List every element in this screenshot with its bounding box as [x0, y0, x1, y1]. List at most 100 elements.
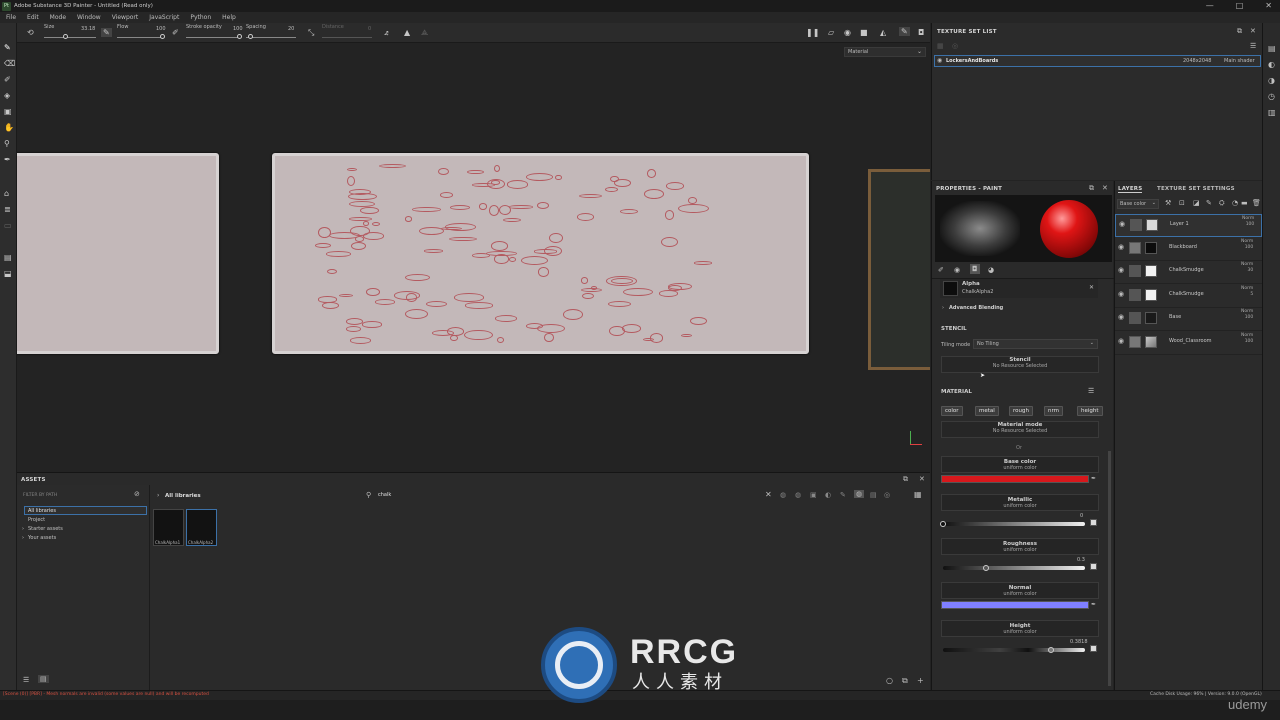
brush-icon[interactable]: ✐ [938, 266, 944, 274]
share-icon[interactable]: ⬓ [4, 269, 12, 278]
menu-python[interactable]: Python [190, 14, 211, 21]
clear-search-icon[interactable]: ✕ [765, 490, 772, 499]
height-slider[interactable] [943, 648, 1085, 652]
texture-set-shader[interactable]: Main shader [1224, 58, 1255, 64]
layer-row[interactable]: ◉ Layer 1 Norm 100 [1115, 214, 1262, 237]
size-value[interactable]: 33.18 [81, 26, 95, 32]
chevron-right-icon[interactable]: › [157, 492, 159, 499]
import-icon[interactable]: ⧉ [902, 676, 908, 686]
layer-stack-icon[interactable]: ≣ [4, 205, 11, 214]
menu-help[interactable]: Help [222, 14, 236, 21]
roughness-map-button[interactable] [1090, 563, 1097, 570]
channel-nrm-button[interactable]: nrm [1044, 406, 1064, 416]
stencil-slot[interactable]: Stencil No Resource Selected [941, 356, 1099, 373]
add-folder-icon[interactable]: ▬ [1241, 199, 1248, 207]
height-slider-knob[interactable] [1047, 647, 1054, 653]
visibility-eye-icon[interactable]: ◉ [1118, 243, 1124, 251]
add-group-icon[interactable]: ◔ [1232, 199, 1238, 207]
panel-close-icon[interactable]: ✕ [919, 475, 925, 483]
roughness-slider-knob[interactable] [982, 565, 989, 571]
size-slider[interactable] [44, 37, 96, 38]
add-fill-layer-icon[interactable]: ◪ [1193, 199, 1200, 207]
filter-masks-icon[interactable]: ▣ [810, 491, 817, 499]
layer-row[interactable]: ◉ Blackboard Norm 100 [1115, 238, 1262, 261]
filter-alphas-icon[interactable]: ◍ [854, 490, 865, 498]
tree-view-icon[interactable]: ▤ [38, 675, 49, 683]
layer-blend-mode[interactable]: Norm 5 [1241, 286, 1253, 298]
flow-slider[interactable] [117, 37, 163, 38]
height-slot[interactable]: Height uniform color [941, 620, 1099, 637]
panel-float-icon[interactable]: ⧉ [1089, 184, 1094, 193]
height-value[interactable]: 0.3818 [1070, 639, 1088, 645]
visibility-eye-icon[interactable]: ◉ [1118, 313, 1124, 321]
visibility-eye-icon[interactable]: ◉ [937, 57, 942, 64]
hide-filter-icon[interactable]: ⊘ [134, 490, 140, 498]
filter-textures-icon[interactable]: ▤ [870, 491, 877, 499]
clone-icon[interactable]: ⚲ [4, 139, 10, 148]
minimize-button[interactable]: — [1206, 0, 1214, 11]
camera-2d-icon[interactable]: ▱ [828, 28, 834, 37]
history-icon[interactable]: ◷ [1268, 92, 1275, 101]
paint-brush-icon[interactable]: ✎ [4, 43, 11, 52]
advanced-blending-toggle[interactable]: Advanced Blending [949, 305, 1003, 311]
layer-blend-mode[interactable]: Norm 100 [1241, 333, 1253, 345]
menu-javascript[interactable]: JavaScript [149, 14, 179, 21]
shader-icon[interactable]: ◐ [1268, 60, 1275, 69]
properties-scrollbar[interactable] [1108, 451, 1111, 686]
material-menu-icon[interactable]: ☰ [1088, 387, 1094, 395]
normal-slot[interactable]: Normal uniform color [941, 582, 1099, 599]
layer-blend-mode[interactable]: Norm 100 [1241, 239, 1253, 251]
tab-layers[interactable]: LAYERS [1118, 186, 1143, 193]
stroke-opacity-slider-knob[interactable] [237, 34, 242, 39]
screenshot-icon[interactable]: ◘ [918, 28, 924, 37]
pen-pressure-icon[interactable]: ✎ [101, 28, 112, 37]
metallic-slot[interactable]: Metallic uniform color [941, 494, 1099, 511]
paint-mode-icon[interactable]: ✎ [899, 27, 910, 36]
geometry-mask-icon[interactable]: ◈ [4, 91, 10, 100]
layer-blend-mode[interactable]: Norm 30 [1241, 262, 1253, 274]
eyedropper-icon[interactable]: ✒ [1091, 475, 1096, 482]
chevron-right-icon[interactable]: › [22, 526, 24, 532]
asset-thumbnail-selected[interactable]: ChalkAlpha2 [186, 509, 217, 546]
chevron-right-icon[interactable]: › [22, 535, 24, 541]
filter-brushes-icon[interactable]: ✎ [840, 491, 846, 499]
log-icon[interactable]: ▥ [1268, 108, 1276, 117]
layer-row[interactable]: ◉ ChalkSmudge Norm 5 [1115, 285, 1262, 308]
add-asset-icon[interactable]: + [917, 676, 924, 685]
add-paint-layer-icon[interactable]: ✎ [1206, 199, 1212, 207]
tab-texture-set-settings[interactable]: TEXTURE SET SETTINGS [1157, 186, 1235, 192]
close-window-button[interactable]: ✕ [1265, 0, 1272, 11]
breadcrumb[interactable]: All libraries [165, 493, 201, 499]
tree-project[interactable]: Project [28, 517, 45, 523]
maximize-button[interactable]: □ [1236, 0, 1244, 11]
spacing-value[interactable]: 20 [288, 26, 294, 32]
layer-row[interactable]: ◉ Base Norm 100 [1115, 308, 1262, 331]
symmetry-mirror-icon[interactable]: ▲ [404, 28, 410, 37]
layer-blend-mode[interactable]: Norm 100 [1241, 309, 1253, 321]
tsl-menu-icon[interactable]: ☰ [1250, 42, 1256, 50]
size-slider-knob[interactable] [63, 34, 69, 39]
menu-file[interactable]: File [6, 14, 16, 21]
clear-alpha-icon[interactable]: ✕ [1089, 284, 1094, 291]
stroke-opacity-value[interactable]: 100 [233, 26, 243, 32]
delete-layer-icon[interactable]: 🗑 [1252, 199, 1261, 207]
menu-viewport[interactable]: Viewport [112, 14, 139, 21]
3d-viewport[interactable]: Material ⌄ [17, 43, 930, 468]
color-icon[interactable]: ◉ [954, 266, 960, 274]
camera-icon[interactable]: ■ [860, 28, 868, 37]
tree-starter-assets[interactable]: Starter assets [28, 526, 63, 532]
panel-float-icon[interactable]: ⧉ [1237, 27, 1242, 36]
smudge-icon[interactable]: ✋ [4, 123, 14, 132]
panel-close-icon[interactable]: ✕ [1102, 184, 1108, 192]
menu-mode[interactable]: Mode [50, 14, 66, 21]
texture-set-resolution[interactable]: 2048x2048 [1183, 58, 1211, 64]
pause-icon[interactable]: ❚❚ [806, 28, 819, 37]
add-effect-icon[interactable]: ⚒ [1165, 199, 1171, 207]
channel-height-button[interactable]: height [1077, 406, 1103, 416]
add-mask-icon[interactable]: ⊡ [1179, 199, 1185, 207]
menu-edit[interactable]: Edit [27, 14, 39, 21]
refresh-icon[interactable]: ○ [886, 676, 893, 685]
line-angle-icon[interactable]: ⦨ [384, 28, 388, 38]
channel-dropdown[interactable]: Base color ⌄ [1117, 199, 1159, 209]
projection-icon[interactable]: ✐ [4, 75, 11, 84]
